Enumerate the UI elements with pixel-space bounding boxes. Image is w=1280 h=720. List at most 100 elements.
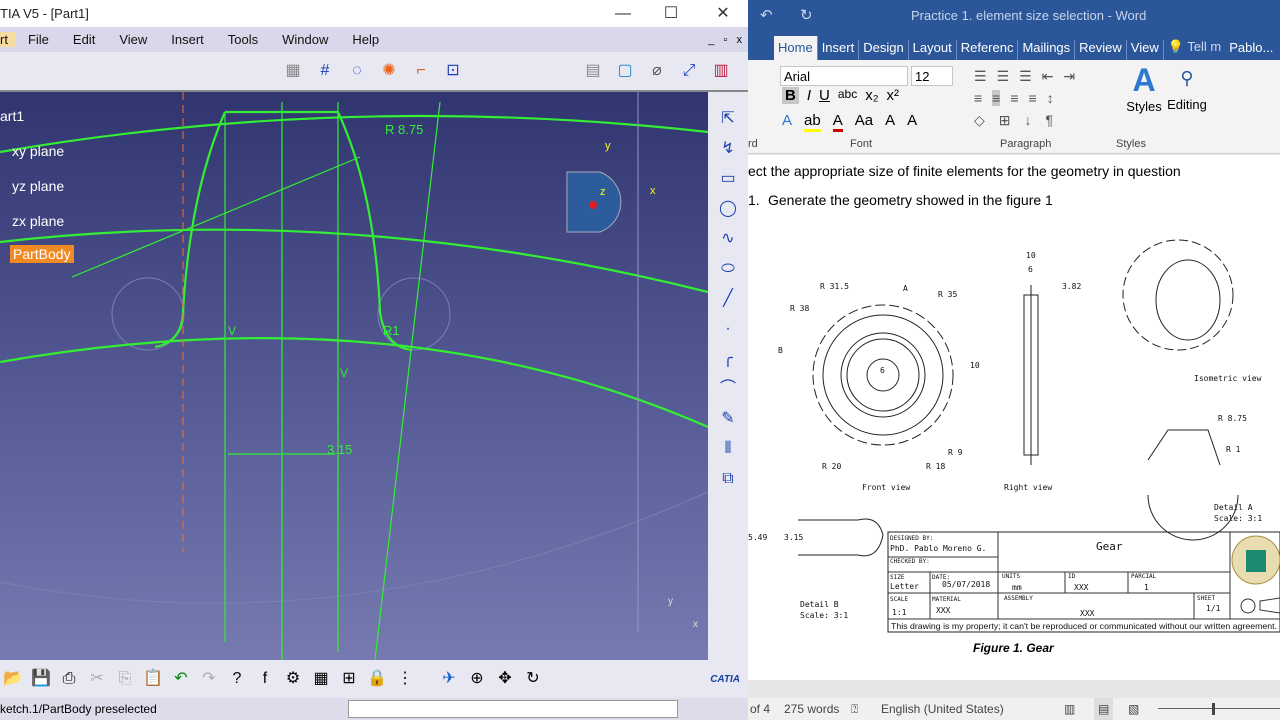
italic-button[interactable]: I bbox=[807, 87, 811, 104]
corner-icon[interactable]: ╭ bbox=[717, 348, 739, 370]
tree-zx-plane[interactable]: zx plane bbox=[12, 213, 64, 229]
font-name-box[interactable]: Arial bbox=[780, 66, 908, 86]
undo-icon[interactable]: ↶ bbox=[760, 0, 773, 32]
fix-together-icon[interactable]: ⤢ bbox=[678, 60, 700, 82]
bold-button[interactable]: B bbox=[782, 87, 799, 104]
font-color-icon[interactable]: A bbox=[832, 112, 843, 132]
chamfer-icon[interactable]: ⌒ bbox=[717, 378, 739, 400]
menu-help[interactable]: Help bbox=[340, 32, 391, 47]
multilevel-icon[interactable]: ☰ bbox=[1019, 68, 1032, 85]
proofing-icon[interactable]: ⍰ bbox=[851, 698, 858, 720]
tree-yz-plane[interactable]: yz plane bbox=[12, 178, 64, 194]
borders-icon[interactable]: ⊞ bbox=[999, 112, 1011, 129]
point-icon[interactable]: · bbox=[717, 318, 739, 340]
spline-icon[interactable]: ∿ bbox=[717, 228, 739, 250]
construction-icon[interactable]: ◌ bbox=[346, 60, 368, 82]
text-effects-icon[interactable]: A bbox=[782, 112, 792, 132]
contact-constraint-icon[interactable]: ⌀ bbox=[646, 60, 668, 82]
print-layout-icon[interactable]: ▤ bbox=[1094, 698, 1114, 720]
menu-tools[interactable]: Tools bbox=[216, 32, 270, 47]
zoom-slider[interactable] bbox=[1158, 708, 1280, 709]
zoom-slider-thumb[interactable] bbox=[1212, 703, 1215, 715]
mirror-icon[interactable]: ⫴ bbox=[717, 438, 739, 460]
language[interactable]: English (United States) bbox=[881, 698, 1004, 720]
minimize-button[interactable]: — bbox=[600, 0, 646, 27]
tab-home[interactable]: Home bbox=[774, 36, 818, 60]
increase-indent-icon[interactable]: ⇥ bbox=[1063, 68, 1075, 85]
web-layout-icon[interactable]: ▧ bbox=[1128, 698, 1139, 720]
sketch-canvas[interactable]: R 8.75 R1 3.15 V V z y x y x bbox=[0, 92, 708, 660]
superscript-button[interactable]: x² bbox=[887, 87, 900, 104]
profile-icon[interactable]: ↯ bbox=[717, 138, 739, 160]
user-name[interactable]: Pablo... bbox=[1225, 40, 1277, 60]
formula-icon[interactable]: f bbox=[254, 668, 276, 690]
exit-workbench-icon[interactable]: ⇱ bbox=[717, 108, 739, 130]
rotate-icon[interactable]: ↻ bbox=[522, 668, 544, 690]
tab-design[interactable]: Design bbox=[859, 40, 909, 60]
word-count[interactable]: 275 words bbox=[784, 698, 839, 720]
numbering-icon[interactable]: ☰ bbox=[997, 68, 1010, 85]
constraint-dialog-icon[interactable]: ▢ bbox=[614, 60, 636, 82]
tree-xy-plane[interactable]: xy plane bbox=[12, 143, 64, 159]
change-case-icon[interactable]: Aa bbox=[855, 112, 873, 132]
print-icon[interactable]: ⎙ bbox=[58, 668, 80, 690]
align-center-icon[interactable]: ≡ bbox=[992, 90, 1001, 106]
undo-icon[interactable]: ↶ bbox=[170, 668, 192, 690]
menu-file[interactable]: File bbox=[16, 32, 61, 47]
copy-icon[interactable]: ⎘ bbox=[114, 668, 136, 690]
menu-insert[interactable]: Insert bbox=[159, 32, 216, 47]
auto-constraint-icon[interactable]: ▥ bbox=[710, 60, 732, 82]
read-mode-icon[interactable]: ▥ bbox=[1064, 698, 1075, 720]
tab-view[interactable]: View bbox=[1127, 40, 1164, 60]
pan-icon[interactable]: ✥ bbox=[494, 668, 516, 690]
bullets-icon[interactable]: ☰ bbox=[974, 68, 987, 85]
tab-mailings[interactable]: Mailings bbox=[1018, 40, 1076, 60]
ellipse-icon[interactable]: ⬭ bbox=[717, 258, 739, 280]
maximize-button[interactable]: ☐ bbox=[648, 0, 694, 27]
paste-icon[interactable]: 📋 bbox=[142, 668, 164, 690]
cut-icon[interactable]: ✂ bbox=[86, 668, 108, 690]
tell-me[interactable]: 💡 Tell m bbox=[1164, 39, 1226, 60]
editing-button[interactable]: ⚲ Editing bbox=[1164, 64, 1210, 144]
3d-viewport[interactable]: R 8.75 R1 3.15 V V z y x y x art1 xy pla… bbox=[0, 92, 708, 660]
rectangle-icon[interactable]: ▭ bbox=[717, 168, 739, 190]
measure-icon[interactable]: ⋮ bbox=[394, 668, 416, 690]
doc-window-controls[interactable]: _ ▫ x bbox=[708, 34, 748, 46]
decrease-indent-icon[interactable]: ⇤ bbox=[1042, 68, 1054, 85]
command-input[interactable] bbox=[348, 700, 678, 718]
redo-icon[interactable]: ↷ bbox=[198, 668, 220, 690]
tree-root[interactable]: art1 bbox=[0, 108, 24, 124]
strikethrough-button[interactable]: abc bbox=[838, 87, 857, 104]
trim-icon[interactable]: ✎ bbox=[717, 408, 739, 430]
menu-start[interactable]: rt bbox=[0, 32, 16, 47]
page-count[interactable]: of 4 bbox=[750, 698, 770, 720]
dimensional-constraint-icon[interactable]: ⌐ bbox=[410, 60, 432, 82]
fly-icon[interactable]: ✈ bbox=[438, 668, 460, 690]
fit-all-icon[interactable]: ⊕ bbox=[466, 668, 488, 690]
align-left-icon[interactable]: ≡ bbox=[974, 90, 982, 106]
constraint-icon[interactable]: ⊡ bbox=[442, 60, 464, 82]
show-marks-icon[interactable]: ¶ bbox=[1046, 112, 1054, 129]
grid-icon[interactable]: ▦ bbox=[282, 60, 304, 82]
grow-font-icon[interactable]: A bbox=[885, 112, 895, 132]
save-icon[interactable]: 💾 bbox=[30, 668, 52, 690]
circle-icon[interactable]: ◯ bbox=[717, 198, 739, 220]
menu-window[interactable]: Window bbox=[270, 32, 340, 47]
shrink-font-icon[interactable]: A bbox=[907, 112, 917, 132]
open-icon[interactable]: 📂 bbox=[2, 668, 24, 690]
highlight-icon[interactable]: ab bbox=[804, 112, 821, 132]
sort-icon[interactable]: ↓ bbox=[1025, 112, 1032, 129]
shading-icon[interactable]: ◇ bbox=[974, 112, 985, 129]
redo-icon[interactable]: ↻ bbox=[800, 0, 813, 32]
align-right-icon[interactable]: ≡ bbox=[1010, 90, 1018, 106]
tree-icon[interactable]: ⊞ bbox=[338, 668, 360, 690]
tab-insert[interactable]: Insert bbox=[818, 40, 860, 60]
line-icon[interactable]: ╱ bbox=[717, 288, 739, 310]
document-page[interactable]: ect the appropriate size of finite eleme… bbox=[748, 155, 1280, 680]
tree-partbody[interactable]: PartBody bbox=[10, 245, 74, 263]
snap-grid-icon[interactable]: # bbox=[314, 60, 336, 82]
project-3d-icon[interactable]: ⧉ bbox=[717, 468, 739, 490]
table-icon[interactable]: ▦ bbox=[310, 668, 332, 690]
tab-references[interactable]: Referenc bbox=[957, 40, 1019, 60]
whats-this-icon[interactable]: ? bbox=[226, 668, 248, 690]
